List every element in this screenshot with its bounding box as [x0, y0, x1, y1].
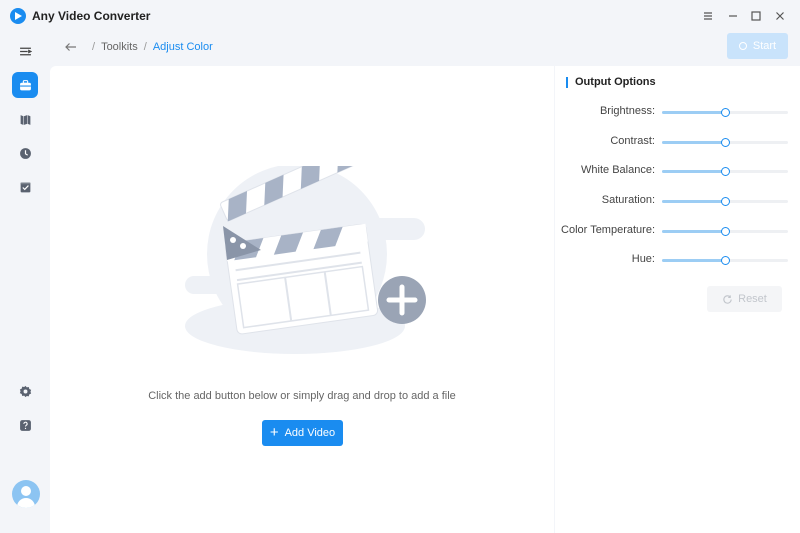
app-logo-icon: [10, 8, 26, 24]
library-button[interactable]: [12, 106, 38, 132]
avatar-head: [21, 486, 31, 496]
start-label: Start: [752, 40, 777, 52]
start-button[interactable]: Start: [727, 33, 788, 59]
start-icon: [738, 42, 747, 50]
add-video-button[interactable]: + Add Video: [262, 420, 343, 446]
slider-row: Color Temperature:: [555, 223, 800, 239]
left-rail: [0, 32, 50, 533]
slider-fill: [662, 111, 725, 114]
slider-row: Contrast:: [555, 134, 800, 150]
app-title: Any Video Converter: [32, 9, 151, 23]
slider-fill: [662, 141, 725, 144]
slider-knob[interactable]: [721, 256, 730, 265]
slider-knob[interactable]: [721, 227, 730, 236]
collapse-icon: [19, 47, 32, 55]
breadcrumb-separator: /: [92, 41, 96, 53]
output-options-title: Output Options: [566, 77, 656, 88]
user-avatar[interactable]: [12, 480, 40, 508]
library-icon: [20, 114, 30, 125]
menu-icon[interactable]: [699, 7, 717, 25]
avatar-body: [17, 498, 35, 508]
reset-icon: [723, 294, 732, 304]
slider-track[interactable]: [662, 167, 788, 176]
drop-hint: Click the add button below or simply dra…: [148, 390, 456, 402]
maximize-icon[interactable]: [747, 7, 765, 25]
output-options-panel: Output Options Brightness: Contrast: White…: [555, 66, 800, 533]
tasks-icon: [20, 182, 30, 192]
slider-row: Brightness:: [555, 104, 800, 120]
toolbox-icon: [19, 79, 31, 90]
slider-fill: [662, 259, 725, 262]
slider-fill: [662, 170, 725, 173]
breadcrumb: / Toolkits / Adjust Color: [62, 39, 213, 55]
back-arrow-icon[interactable]: [62, 39, 78, 55]
close-icon[interactable]: [771, 7, 789, 25]
slider-track[interactable]: [662, 197, 788, 206]
help-icon: [19, 419, 31, 431]
history-icon: [19, 147, 31, 159]
slider-track[interactable]: [662, 256, 788, 265]
breadcrumb-parent[interactable]: Toolkits: [101, 41, 138, 53]
tasks-button[interactable]: [12, 174, 38, 200]
slider-fill: [662, 200, 725, 203]
slider-row: White Balance:: [555, 163, 800, 179]
slider-knob[interactable]: [721, 197, 730, 206]
main-panel: Click the add button below or simply dra…: [50, 66, 554, 533]
slider-knob[interactable]: [721, 167, 730, 176]
slider-label: Contrast:: [610, 135, 655, 147]
minimize-icon[interactable]: [724, 7, 742, 25]
slider-fill: [662, 230, 725, 233]
collapse-sidebar-button[interactable]: [12, 38, 38, 64]
help-button[interactable]: [12, 412, 38, 438]
slider-track[interactable]: [662, 227, 788, 236]
slider-label: White Balance:: [581, 164, 655, 176]
history-button[interactable]: [12, 140, 38, 166]
settings-button[interactable]: [12, 378, 38, 404]
breadcrumb-separator: /: [143, 41, 147, 53]
settings-icon: [19, 385, 31, 397]
slider-row: Hue:: [555, 252, 800, 268]
slider-label: Hue:: [631, 253, 655, 265]
breadcrumb-current: Adjust Color: [152, 41, 213, 53]
slider-track[interactable]: [662, 138, 788, 147]
reset-button[interactable]: Reset: [707, 286, 782, 312]
slider-row: Saturation:: [555, 193, 800, 209]
slider-knob[interactable]: [721, 138, 730, 147]
slider-label: Saturation:: [601, 194, 655, 206]
reset-label: Reset: [738, 293, 767, 305]
slider-label: Brightness:: [599, 105, 655, 117]
plus-icon: +: [269, 424, 279, 441]
title-bar: Any Video Converter: [0, 0, 800, 32]
add-video-label: Add Video: [284, 427, 336, 439]
slider-track[interactable]: [662, 108, 788, 117]
slider-knob[interactable]: [721, 108, 730, 117]
toolbox-button[interactable]: [12, 72, 38, 98]
clapperboard-illustration: [185, 166, 426, 354]
slider-label: Color Temperature:: [561, 224, 655, 236]
